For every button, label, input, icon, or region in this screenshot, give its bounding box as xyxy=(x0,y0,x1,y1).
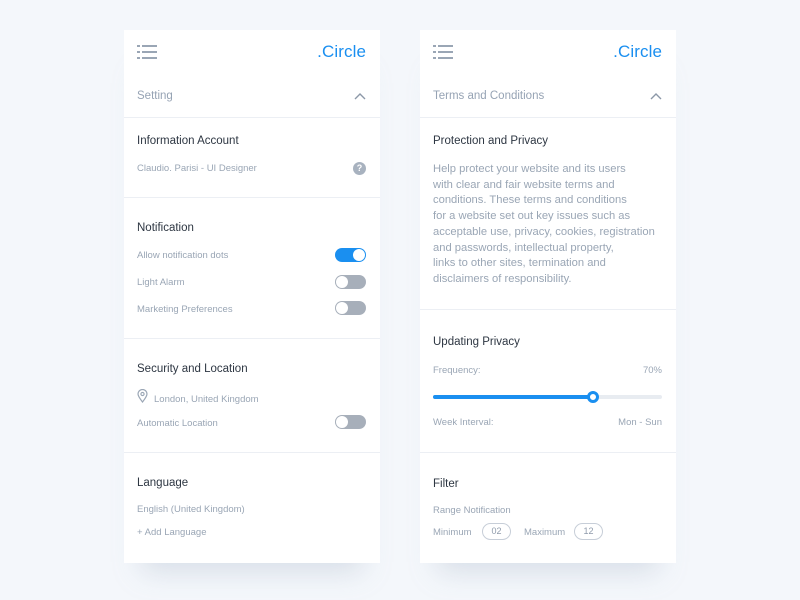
paragraph-line: disclaimers of responsibility. xyxy=(433,272,572,285)
hamburger-menu-icon[interactable] xyxy=(137,45,157,59)
top-bar: .Circle xyxy=(420,30,676,76)
divider xyxy=(124,338,380,339)
marketing-preferences-label: Marketing Preferences xyxy=(137,304,233,315)
terms-header-title: Terms and Conditions xyxy=(433,90,545,102)
hamburger-menu-icon[interactable] xyxy=(433,45,453,59)
chevron-up-icon[interactable] xyxy=(354,92,366,100)
divider xyxy=(124,452,380,453)
light-alarm-toggle[interactable] xyxy=(335,275,366,289)
frequency-label: Frequency: xyxy=(433,365,481,376)
help-icon[interactable]: ? xyxy=(353,162,366,175)
paragraph-line: for a website set out key issues such as xyxy=(433,210,631,223)
toggle-knob xyxy=(353,249,365,261)
frequency-slider[interactable] xyxy=(433,391,662,403)
location-value: London, United Kingdom xyxy=(154,394,259,405)
brand-logo: .Circle xyxy=(613,42,662,61)
maximum-label: Maximum xyxy=(524,527,566,538)
settings-header-title: Setting xyxy=(137,90,173,102)
marketing-preferences-toggle[interactable] xyxy=(335,301,366,315)
divider xyxy=(124,197,380,198)
maximum-value-pill[interactable]: 12 xyxy=(574,523,603,540)
light-alarm-label: Light Alarm xyxy=(137,277,185,288)
slider-fill xyxy=(433,395,594,399)
range-notification-label: Range Notification xyxy=(433,505,511,516)
information-account-title: Information Account xyxy=(137,135,239,147)
paragraph-line: conditions. These terms and conditions xyxy=(433,194,627,207)
paragraph-line: Help protect your website and its users xyxy=(433,163,626,175)
updating-privacy-title: Updating Privacy xyxy=(433,336,520,348)
security-location-title: Security and Location xyxy=(137,363,248,375)
language-title: Language xyxy=(137,477,189,489)
notification-title: Notification xyxy=(137,222,194,234)
protection-paragraph: Help protect your website and its users … xyxy=(433,162,669,288)
add-language-button[interactable]: + Add Language xyxy=(137,527,206,538)
minimum-value-pill[interactable]: 02 xyxy=(482,523,511,540)
paragraph-line: acceptable use, privacy, cookies, regist… xyxy=(433,225,655,238)
location-pin-icon xyxy=(137,389,148,403)
automatic-location-label: Automatic Location xyxy=(137,418,218,429)
week-interval-label: Week Interval: xyxy=(433,417,494,428)
paragraph-line: and passwords, intellectual property, xyxy=(433,241,614,254)
notification-dots-toggle[interactable] xyxy=(335,248,366,262)
toggle-knob xyxy=(336,416,348,428)
brand-logo: .Circle xyxy=(317,42,366,61)
week-interval-value: Mon - Sun xyxy=(618,417,662,428)
settings-header[interactable]: Setting xyxy=(124,76,380,118)
protection-privacy-title: Protection and Privacy xyxy=(433,135,549,147)
slider-thumb[interactable] xyxy=(587,391,600,403)
top-bar: .Circle xyxy=(124,30,380,76)
settings-card: .Circle Setting Information Account Clau… xyxy=(124,30,380,563)
terms-card: .Circle Terms and Conditions Protection … xyxy=(420,30,676,563)
minimum-label: Minimum xyxy=(433,527,472,538)
toggle-knob xyxy=(336,302,348,314)
automatic-location-toggle[interactable] xyxy=(335,415,366,429)
terms-header[interactable]: Terms and Conditions xyxy=(420,76,676,118)
chevron-up-icon[interactable] xyxy=(650,92,662,100)
divider xyxy=(420,452,676,453)
paragraph-line: links to other sites, termination and xyxy=(433,257,606,270)
divider xyxy=(420,309,676,310)
filter-title: Filter xyxy=(433,478,459,490)
paragraph-line: with clear and fair website terms and xyxy=(433,178,615,191)
account-user: Claudio. Parisi - UI Designer xyxy=(137,163,257,174)
notification-dots-label: Allow notification dots xyxy=(137,250,229,261)
current-language: English (United Kingdom) xyxy=(137,504,245,515)
toggle-knob xyxy=(336,276,348,288)
frequency-value: 70% xyxy=(642,365,662,376)
